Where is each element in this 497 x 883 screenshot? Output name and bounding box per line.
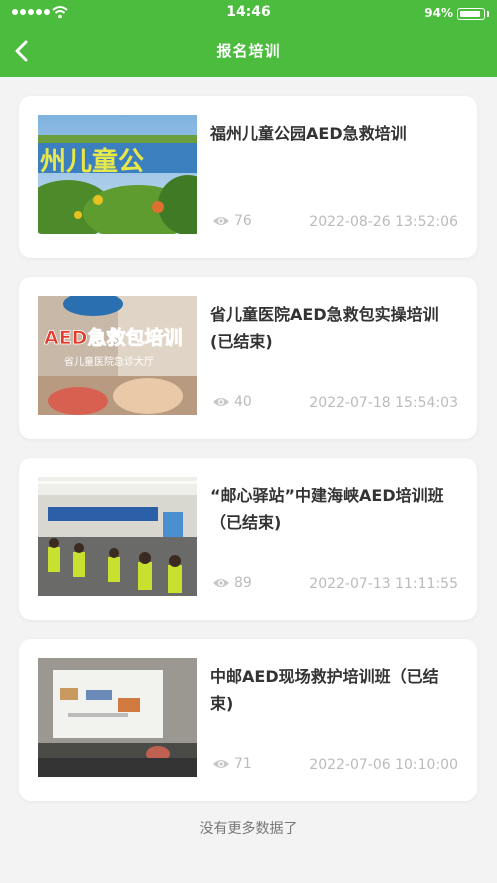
battery-percentage: 94% [424, 6, 453, 20]
eye-icon [213, 760, 229, 768]
app-header: 14:46 94% 报名培训 [0, 0, 497, 77]
training-card[interactable]: “邮心驿站”中建海峡AED培训班（已结束) 89 2022-07-13 11:1… [19, 458, 477, 620]
training-title: “邮心驿站”中建海峡AED培训班（已结束) [210, 486, 444, 532]
training-card[interactable]: 中邮AED现场救护培训班（已结束) 71 2022-07-06 10:10:00 [19, 639, 477, 801]
view-count-value: 89 [234, 575, 252, 591]
eye-icon [213, 398, 229, 406]
eye-icon [213, 217, 229, 225]
training-card[interactable]: AED急救包培训 省儿童医院急诊大厅 省儿童医院AED急救包实操培训(已结束) … [19, 277, 477, 439]
training-title: 福州儿童公园AED急救培训 [210, 124, 407, 143]
view-count-value: 76 [234, 213, 252, 229]
page-title: 报名培训 [216, 42, 281, 60]
nav-bar: 报名培训 [0, 26, 497, 77]
status-bar: 14:46 94% [0, 0, 497, 26]
training-thumbnail [38, 658, 197, 777]
status-time: 14:46 [226, 4, 271, 20]
view-count-value: 71 [234, 756, 252, 772]
view-count: 71 [212, 756, 252, 772]
training-thumbnail [38, 477, 197, 596]
view-count: 40 [212, 394, 252, 410]
no-more-data-text: 没有更多数据了 [199, 821, 298, 837]
battery-icon [457, 8, 489, 20]
view-count-value: 40 [234, 394, 252, 410]
training-thumbnail: 州儿童公 [38, 115, 197, 234]
training-date: 2022-08-26 13:52:06 [309, 214, 458, 230]
thumb-subcaption: 省儿童医院急诊大厅 [64, 355, 154, 368]
training-thumbnail: AED急救包培训 省儿童医院急诊大厅 [38, 296, 197, 415]
training-card[interactable]: 州儿童公 福州儿童公园AED急救培训 76 2022-08-26 13:52:0… [19, 96, 477, 258]
view-count: 76 [212, 213, 252, 229]
thumb-caption: AED急救包培训 [44, 326, 182, 349]
training-title: 省儿童医院AED急救包实操培训(已结束) [210, 305, 439, 351]
training-title: 中邮AED现场救护培训班（已结束) [210, 667, 439, 713]
view-count: 89 [212, 575, 252, 591]
eye-icon [213, 579, 229, 587]
thumb-caption: 州儿童公 [40, 146, 144, 177]
training-date: 2022-07-13 11:11:55 [309, 576, 458, 592]
training-date: 2022-07-18 15:54:03 [309, 395, 458, 411]
training-date: 2022-07-06 10:10:00 [309, 757, 458, 773]
